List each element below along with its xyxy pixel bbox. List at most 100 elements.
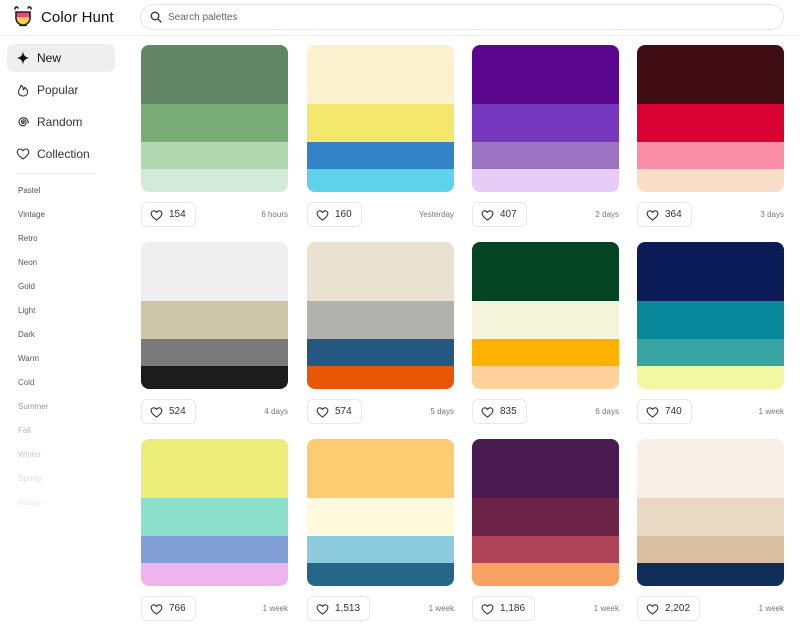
color-band[interactable] bbox=[472, 339, 619, 366]
color-band[interactable] bbox=[141, 142, 288, 169]
color-band[interactable] bbox=[141, 536, 288, 563]
like-count: 364 bbox=[665, 209, 682, 220]
tag-retro[interactable]: Retro bbox=[18, 234, 38, 243]
color-band[interactable] bbox=[307, 563, 454, 586]
color-band[interactable] bbox=[637, 563, 784, 586]
tag-warm[interactable]: Warm bbox=[18, 354, 39, 363]
like-button[interactable]: 1,186 bbox=[472, 596, 536, 621]
like-button[interactable]: 364 bbox=[637, 202, 692, 227]
tag-cold[interactable]: Cold bbox=[18, 378, 34, 387]
like-count: 524 bbox=[169, 406, 186, 417]
color-band[interactable] bbox=[141, 104, 288, 142]
palette-swatch[interactable] bbox=[637, 242, 784, 389]
sidebar: New Popular Random Collection Pastel Vin… bbox=[0, 44, 122, 629]
color-band[interactable] bbox=[472, 498, 619, 536]
palette-swatch[interactable] bbox=[307, 439, 454, 586]
color-band[interactable] bbox=[141, 439, 288, 498]
like-button[interactable]: 407 bbox=[472, 202, 527, 227]
color-band[interactable] bbox=[307, 242, 454, 301]
color-band[interactable] bbox=[472, 142, 619, 169]
palette-swatch[interactable] bbox=[472, 45, 619, 192]
color-band[interactable] bbox=[637, 366, 784, 389]
palette-swatch[interactable] bbox=[141, 242, 288, 389]
palette-swatch[interactable] bbox=[141, 439, 288, 586]
color-band[interactable] bbox=[637, 498, 784, 536]
color-band[interactable] bbox=[307, 142, 454, 169]
search-input[interactable] bbox=[168, 11, 768, 23]
tag-fall[interactable]: Fall bbox=[18, 426, 31, 435]
color-band[interactable] bbox=[472, 45, 619, 104]
palette-meta: 154 6 hours bbox=[141, 202, 288, 228]
color-band[interactable] bbox=[472, 104, 619, 142]
palette-swatch[interactable] bbox=[637, 439, 784, 586]
palette-swatch[interactable] bbox=[637, 45, 784, 192]
color-band[interactable] bbox=[141, 339, 288, 366]
palette-swatch[interactable] bbox=[472, 439, 619, 586]
color-band[interactable] bbox=[637, 169, 784, 192]
color-band[interactable] bbox=[472, 169, 619, 192]
color-band[interactable] bbox=[637, 536, 784, 563]
color-band[interactable] bbox=[141, 169, 288, 192]
color-band[interactable] bbox=[307, 45, 454, 104]
color-band[interactable] bbox=[637, 339, 784, 366]
color-band[interactable] bbox=[637, 242, 784, 301]
like-button[interactable]: 1,513 bbox=[307, 596, 371, 621]
color-band[interactable] bbox=[637, 45, 784, 104]
color-band[interactable] bbox=[141, 45, 288, 104]
color-band[interactable] bbox=[307, 169, 454, 192]
color-band[interactable] bbox=[307, 301, 454, 339]
palette-card: 2,202 1 week bbox=[637, 439, 784, 622]
like-button[interactable]: 524 bbox=[141, 399, 196, 424]
tag-dark[interactable]: Dark bbox=[18, 330, 35, 339]
color-band[interactable] bbox=[472, 301, 619, 339]
nav-item-popular[interactable]: Popular bbox=[7, 76, 115, 104]
color-band[interactable] bbox=[141, 563, 288, 586]
color-band[interactable] bbox=[307, 536, 454, 563]
like-button[interactable]: 160 bbox=[307, 202, 362, 227]
color-band[interactable] bbox=[307, 104, 454, 142]
top-bar: Color Hunt bbox=[0, 0, 800, 36]
color-band[interactable] bbox=[141, 498, 288, 536]
like-button[interactable]: 154 bbox=[141, 202, 196, 227]
color-band[interactable] bbox=[141, 366, 288, 389]
nav-item-random[interactable]: Random bbox=[7, 108, 115, 136]
color-band[interactable] bbox=[637, 142, 784, 169]
tag-neon[interactable]: Neon bbox=[18, 258, 37, 267]
tag-gold[interactable]: Gold bbox=[18, 282, 35, 291]
color-band[interactable] bbox=[307, 366, 454, 389]
like-button[interactable]: 2,202 bbox=[637, 596, 701, 621]
color-band[interactable] bbox=[472, 366, 619, 389]
color-band[interactable] bbox=[472, 439, 619, 498]
nav-item-collection[interactable]: Collection bbox=[7, 140, 115, 168]
like-button[interactable]: 835 bbox=[472, 399, 527, 424]
palette-swatch[interactable] bbox=[472, 242, 619, 389]
color-band[interactable] bbox=[637, 104, 784, 142]
color-band[interactable] bbox=[472, 563, 619, 586]
tag-happy[interactable]: Happy bbox=[18, 498, 41, 507]
tag-light[interactable]: Light bbox=[18, 306, 35, 315]
tag-vintage[interactable]: Vintage bbox=[18, 210, 45, 219]
heart-icon bbox=[646, 603, 659, 615]
tag-winter[interactable]: Winter bbox=[18, 450, 41, 459]
color-band[interactable] bbox=[637, 301, 784, 339]
like-button[interactable]: 574 bbox=[307, 399, 362, 424]
logo[interactable]: Color Hunt bbox=[12, 5, 114, 29]
like-button[interactable]: 740 bbox=[637, 399, 692, 424]
color-band[interactable] bbox=[307, 439, 454, 498]
color-band[interactable] bbox=[472, 242, 619, 301]
tag-spring[interactable]: Spring bbox=[18, 474, 41, 483]
color-band[interactable] bbox=[472, 536, 619, 563]
color-band[interactable] bbox=[307, 498, 454, 536]
palette-swatch[interactable] bbox=[141, 45, 288, 192]
like-button[interactable]: 766 bbox=[141, 596, 196, 621]
palette-swatch[interactable] bbox=[307, 242, 454, 389]
color-band[interactable] bbox=[307, 339, 454, 366]
tag-summer[interactable]: Summer bbox=[18, 402, 48, 411]
color-band[interactable] bbox=[141, 301, 288, 339]
tag-pastel[interactable]: Pastel bbox=[18, 186, 40, 195]
nav-item-new[interactable]: New bbox=[7, 44, 115, 72]
palette-swatch[interactable] bbox=[307, 45, 454, 192]
color-band[interactable] bbox=[141, 242, 288, 301]
search-bar[interactable] bbox=[140, 4, 784, 30]
color-band[interactable] bbox=[637, 439, 784, 498]
